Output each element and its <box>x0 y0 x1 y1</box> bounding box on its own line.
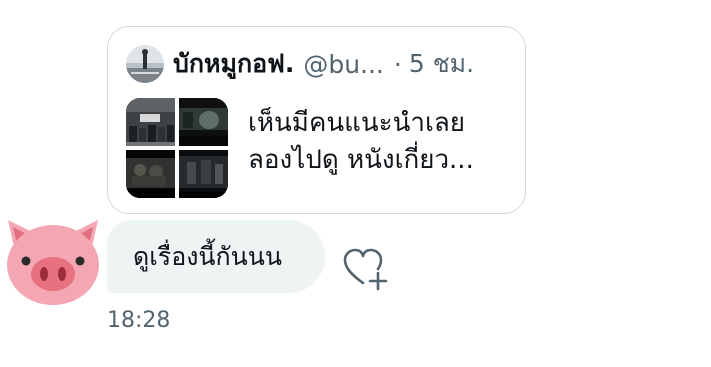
quoted-author-avatar[interactable] <box>126 45 164 83</box>
media-thumbnail[interactable] <box>179 150 228 198</box>
sender-avatar-pig-icon[interactable] <box>2 212 104 308</box>
quoted-tweet-time: 5 ชม. <box>408 49 475 78</box>
quoted-author-name[interactable]: บักหมูกอฟ. <box>173 44 294 84</box>
message-text: ดูเรื่องนี้กันนน <box>133 241 282 271</box>
quoted-tweet-text: เห็นมีคนแนะนำเลย ลองไปดู หนังเกี่ยว... <box>248 105 510 179</box>
quoted-tweet-media-grid[interactable] <box>126 98 228 198</box>
message-bubble[interactable]: ดูเรื่องนี้กันนน <box>107 220 325 293</box>
header-separator: · <box>393 49 402 79</box>
message-timestamp: 18:28 <box>107 308 171 333</box>
quoted-author-handle: @bu... <box>303 49 384 79</box>
dm-conversation: บักหมูกอฟ. @bu... · 5 ชม. เห็นมีคนแนะนำเ… <box>0 0 711 367</box>
media-thumbnail[interactable] <box>179 98 228 146</box>
quoted-tweet-card[interactable]: บักหมูกอฟ. @bu... · 5 ชม. เห็นมีคนแนะนำเ… <box>107 26 526 214</box>
quoted-tweet-text-line: เห็นมีคนแนะนำเลย <box>248 108 466 138</box>
quoted-tweet-text-line: ลองไปดู หนังเกี่ยว... <box>248 145 474 175</box>
add-reaction-heart-icon[interactable] <box>342 247 388 291</box>
quoted-tweet-header: บักหมูกอฟ. @bu... · 5 ชม. <box>126 44 474 84</box>
media-thumbnail[interactable] <box>126 98 175 146</box>
media-thumbnail[interactable] <box>126 150 175 198</box>
